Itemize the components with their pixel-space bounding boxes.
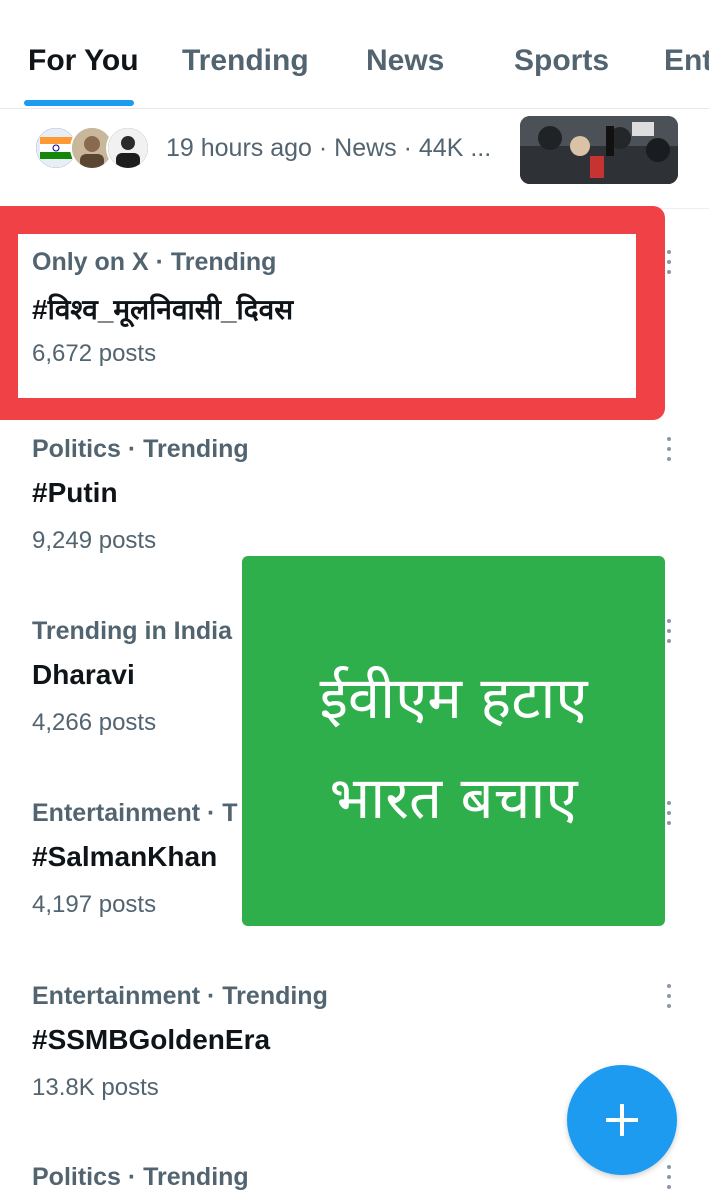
more-vertical-icon[interactable] (660, 1163, 678, 1193)
more-vertical-icon[interactable] (660, 435, 678, 465)
news-meta: 19 hours ago · News · 44K ... (166, 134, 492, 162)
trend-title: #विश्व_मूलनिवासी_दिवस (32, 294, 294, 325)
trend-title: Dharavi (32, 659, 135, 690)
trend-meta: Politics · Trending (32, 435, 249, 463)
trend-count: 13.8K posts (32, 1074, 159, 1101)
more-vertical-icon[interactable] (660, 248, 678, 278)
trend-meta: Only on X · Trending (32, 248, 277, 276)
tab-bar: For You Trending News Sports Ent (0, 0, 709, 109)
tab-trending[interactable]: Trending (182, 44, 309, 78)
plus-icon (606, 1104, 638, 1136)
tab-news[interactable]: News (366, 44, 444, 78)
overlay-line-2: भारत बचाए (329, 764, 578, 832)
tab-sports[interactable]: Sports (514, 44, 609, 78)
trend-title: #SSMBGoldenEra (32, 1024, 271, 1055)
overlay-line-1: ईवीएम हटाए (319, 664, 588, 732)
news-item[interactable]: 19 hours ago · News · 44K ... (0, 108, 709, 209)
trend-count: 4,266 posts (32, 709, 157, 736)
trend-title: #SalmanKhan (32, 841, 218, 872)
trend-count: 4,197 posts (32, 891, 157, 918)
trend-item[interactable]: Only on X · Trending #विश्व_मूलनिवासी_दि… (0, 248, 709, 430)
trend-meta: Entertainment · T (32, 799, 238, 827)
trend-count: 9,249 posts (32, 527, 157, 554)
avatar (106, 126, 150, 170)
trend-meta: Entertainment · Trending (32, 982, 328, 1010)
trend-meta: Trending in India (32, 617, 232, 645)
trend-count: 6,672 posts (32, 340, 157, 367)
active-tab-indicator (24, 100, 134, 106)
trend-meta: Politics · Trending (32, 1163, 249, 1191)
overlay-banner: ईवीएम हटाए भारत बचाए (242, 556, 665, 926)
trend-title: #Putin (32, 477, 118, 508)
tab-for-you[interactable]: For You (28, 44, 139, 78)
tab-entertainment[interactable]: Ent (664, 44, 709, 78)
news-thumbnail (520, 116, 678, 184)
compose-button[interactable] (567, 1065, 677, 1175)
more-vertical-icon[interactable] (660, 982, 678, 1012)
